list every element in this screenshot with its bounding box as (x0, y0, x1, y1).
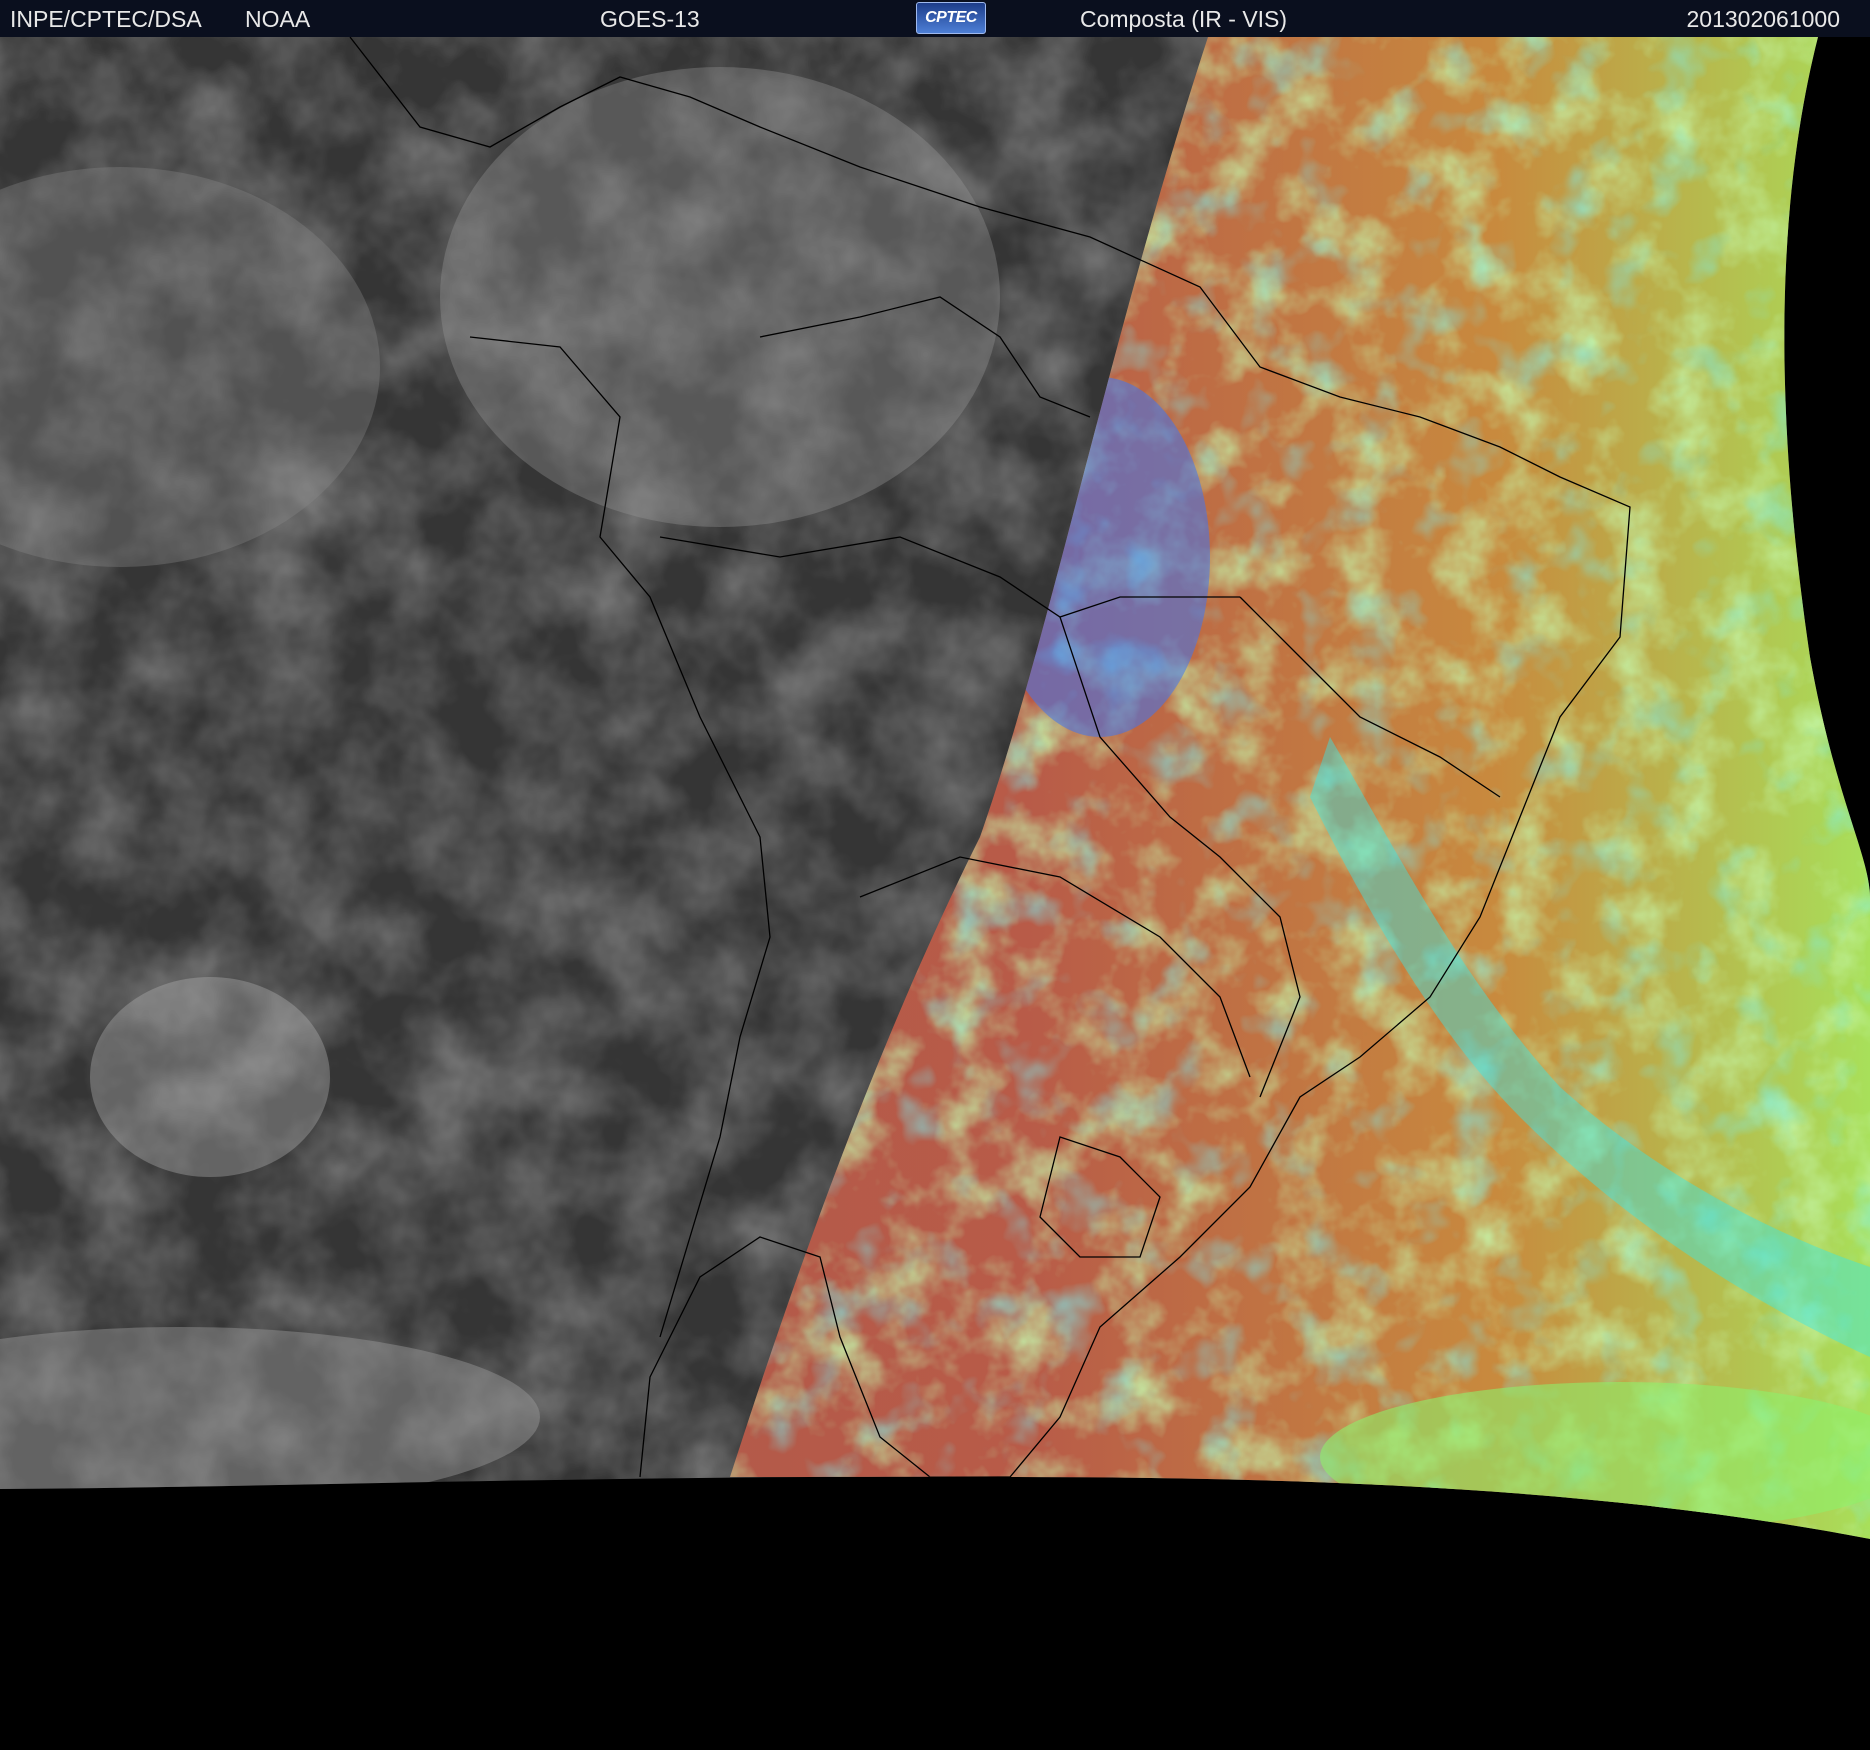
header-bar: INPE/CPTEC/DSA NOAA GOES-13 CPTEC Compos… (0, 0, 1870, 37)
satellite-image-viewer: INPE/CPTEC/DSA NOAA GOES-13 CPTEC Compos… (0, 0, 1870, 1750)
timestamp-label: 201302061000 (1686, 6, 1841, 32)
ir-cloud-mass (440, 67, 1000, 527)
product-label: Composta (IR - VIS) (1080, 6, 1288, 32)
satellite-label: GOES-13 (600, 6, 700, 32)
logo-text: CPTEC (925, 9, 977, 26)
composite-satellite-map (0, 37, 1870, 1539)
earth-disk (0, 37, 1870, 1539)
cptec-logo: CPTEC (916, 2, 986, 34)
org-label: INPE/CPTEC/DSA (10, 6, 202, 32)
ir-cyclone-clouds (90, 977, 330, 1177)
agency-label: NOAA (245, 6, 311, 32)
